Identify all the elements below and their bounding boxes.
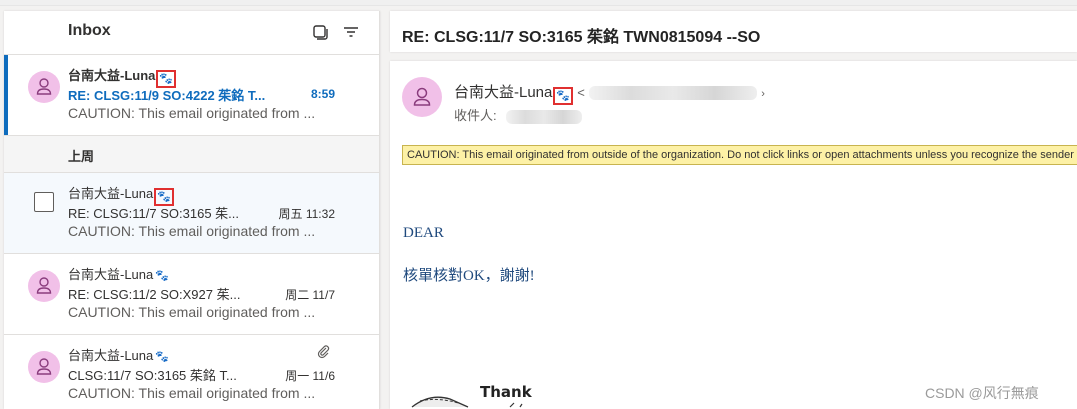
avatar	[28, 351, 60, 383]
subject-line: RE: CLSG:11/9 SO:4222 茱銘 T...	[68, 88, 266, 103]
preview-text: CAUTION: This email originated from ...	[68, 105, 316, 121]
preview-text: CAUTION: This email originated from ...	[68, 385, 316, 401]
attachment-icon	[317, 345, 331, 364]
sender-name: 台南大益-Luna 🐾	[68, 348, 169, 363]
body-greeting: DEAR	[403, 225, 444, 241]
subject-line: CLSG:11/7 SO:3165 茱銘 T...	[68, 368, 237, 383]
select-mode-icon[interactable]	[311, 23, 329, 41]
received-time: 周五 11:32	[278, 207, 335, 221]
group-header: 上周	[4, 136, 379, 173]
recipient-line: 收件人:	[454, 105, 583, 124]
reading-sender[interactable]: 台南大益-Luna 🐾 < ›	[454, 81, 765, 105]
watermark: CSDN @风行無痕	[925, 385, 1039, 401]
list-header: Inbox	[4, 11, 379, 55]
list-title: Inbox	[68, 22, 111, 39]
thank-you-sticker: Thank	[410, 379, 560, 409]
list-item[interactable]: 台南大益-Luna 🐾 RE: CLSG:11/9 SO:4222 茱銘 T...…	[4, 55, 379, 136]
avatar	[28, 270, 60, 302]
subject-line: RE: CLSG:11/2 SO:X927 茱...	[68, 287, 241, 302]
select-checkbox[interactable]	[34, 192, 54, 212]
preview-text: CAUTION: This email originated from ...	[68, 223, 316, 239]
reading-subject-bar: RE: CLSG:11/7 SO:3165 茱銘 TWN0815094 --SO	[390, 11, 1077, 52]
sender-avatar[interactable]	[402, 77, 442, 117]
received-time: 周一 11/6	[285, 369, 335, 383]
redacted-recipient	[506, 109, 583, 124]
svg-text:Thank: Thank	[480, 383, 533, 401]
list-item[interactable]: 台南大益-Luna 🐾 RE: CLSG:11/7 SO:3165 茱... 周五…	[4, 173, 379, 254]
reading-pane: 台南大益-Luna 🐾 < › 收件人: CAUTION: This email …	[390, 61, 1077, 409]
list-item[interactable]: 台南大益-Luna 🐾 CLSG:11/7 SO:3165 茱銘 T... 周一 …	[4, 335, 379, 409]
paw-icon: 🐾	[155, 351, 169, 363]
subject-line: RE: CLSG:11/7 SO:3165 茱...	[68, 206, 240, 221]
avatar	[28, 71, 60, 103]
selected-indicator	[4, 55, 8, 135]
received-time: 周二 11/7	[285, 288, 335, 302]
top-band	[0, 0, 1077, 6]
list-item[interactable]: 台南大益-Luna 🐾 RE: CLSG:11/2 SO:X927 茱... 周二…	[4, 254, 379, 335]
paw-icon: 🐾	[553, 87, 574, 105]
sender-name: 台南大益-Luna 🐾	[68, 267, 169, 282]
message-list-pane: Inbox 台南大益-Luna 🐾 RE: CLSG:11/9 SO:4222 茱…	[4, 11, 380, 409]
filter-icon[interactable]	[342, 23, 360, 41]
body-text: 核單核對OK，謝謝!	[403, 268, 535, 284]
reading-subject: RE: CLSG:11/7 SO:3165 茱銘 TWN0815094 --SO	[402, 29, 761, 46]
preview-text: CAUTION: This email originated from ...	[68, 304, 316, 320]
received-time: 8:59	[310, 87, 335, 101]
caution-banner: CAUTION: This email originated from outs…	[402, 145, 1077, 165]
redacted-email	[589, 86, 758, 101]
paw-icon: 🐾	[155, 270, 169, 282]
